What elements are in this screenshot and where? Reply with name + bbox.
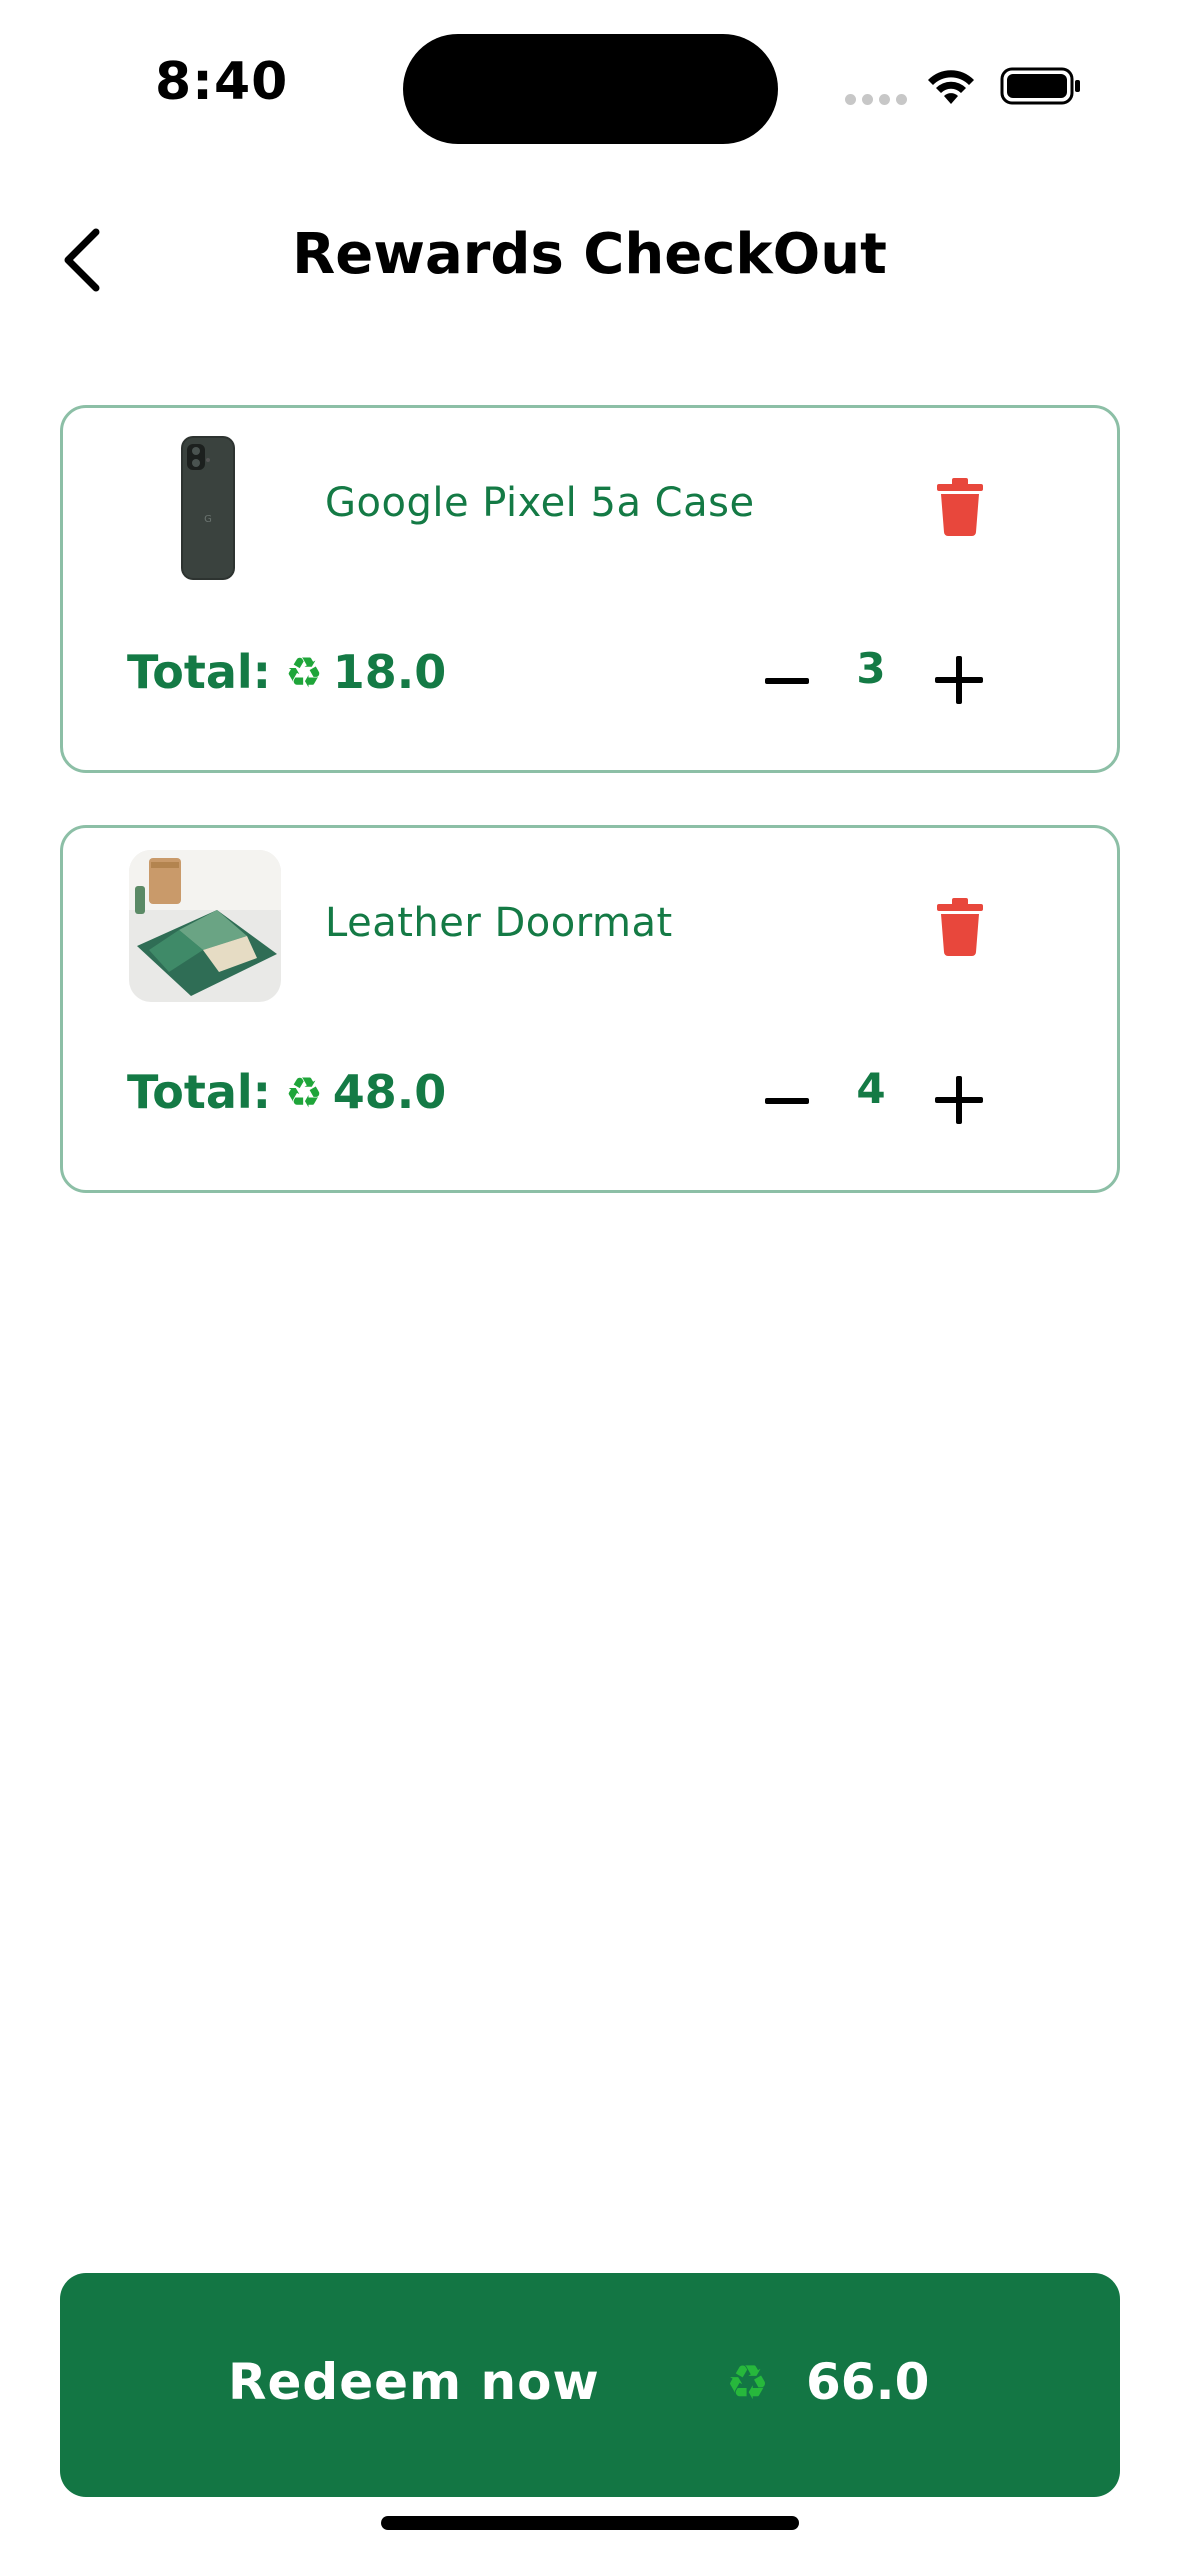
cellular-signal-icon	[845, 94, 907, 105]
quantity-value: 3	[856, 644, 886, 693]
product-image-phone-case: G	[129, 430, 281, 582]
increase-quantity-button[interactable]	[933, 1074, 985, 1126]
cart-item-card: G Google Pixel 5a Case Total: ♻ 18.0 3	[60, 405, 1120, 773]
total-value: 18.0	[332, 645, 447, 699]
total-value: 48.0	[332, 1065, 447, 1119]
wifi-icon	[928, 70, 974, 104]
increase-quantity-button[interactable]	[933, 654, 985, 706]
product-image-doormat	[129, 850, 281, 1002]
dynamic-island	[403, 34, 778, 144]
cart-item-card: Leather Doormat Total: ♻ 48.0 4	[60, 825, 1120, 1193]
total-label: Total:	[127, 1065, 272, 1119]
trash-icon[interactable]	[937, 478, 983, 536]
recycle-points-icon: ♻	[285, 647, 323, 697]
item-name: Google Pixel 5a Case	[325, 480, 755, 526]
page-title: Rewards CheckOut	[292, 222, 887, 287]
checkout-screen: 8:40 Rewards CheckOut G Google Pixel 5a …	[0, 0, 1179, 2556]
redeem-now-button[interactable]: Redeem now ♻ 66.0	[60, 2273, 1120, 2497]
item-total: Total: ♻ 18.0	[127, 645, 446, 699]
redeem-label: Redeem now	[228, 2353, 600, 2411]
home-indicator	[381, 2516, 799, 2530]
total-label: Total:	[127, 645, 272, 699]
recycle-points-icon: ♻	[285, 1067, 323, 1117]
trash-icon[interactable]	[937, 898, 983, 956]
quantity-value: 4	[856, 1064, 886, 1113]
item-name: Leather Doormat	[325, 900, 673, 946]
svg-text:G: G	[204, 514, 212, 525]
item-total: Total: ♻ 48.0	[127, 1065, 446, 1119]
decrease-quantity-button[interactable]	[763, 661, 811, 701]
recycle-points-icon: ♻	[726, 2355, 770, 2411]
status-time: 8:40	[155, 52, 289, 112]
decrease-quantity-button[interactable]	[763, 1081, 811, 1121]
grand-total: 66.0	[806, 2353, 930, 2411]
battery-icon	[1000, 67, 1080, 105]
